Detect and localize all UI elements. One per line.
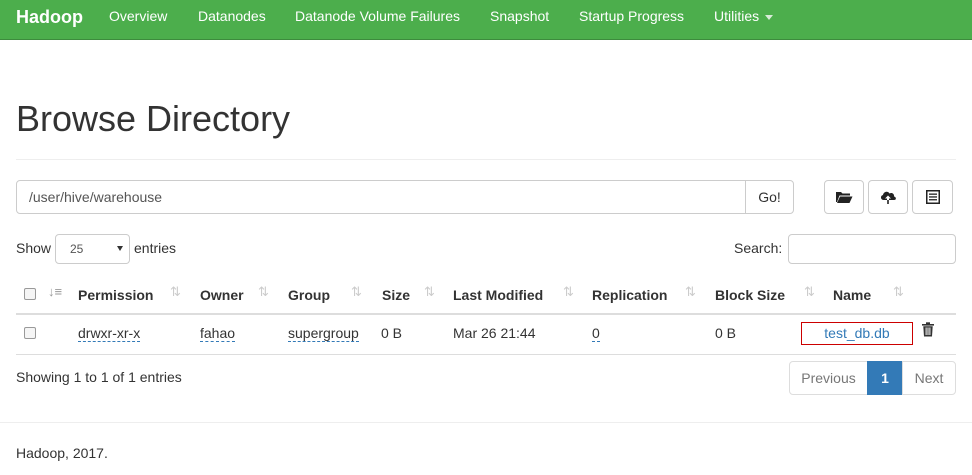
trash-icon: [922, 322, 934, 337]
cell-permission[interactable]: drwxr-xr-x: [78, 325, 141, 342]
nav-overview[interactable]: Overview: [109, 8, 167, 24]
sort-block-size-icon[interactable]: ⇅: [804, 284, 815, 300]
nav-datanodes[interactable]: Datanodes: [198, 8, 266, 24]
column-header-size[interactable]: Size: [382, 287, 410, 303]
column-header-block-size[interactable]: Block Size: [715, 287, 785, 303]
sort-last-modified-icon[interactable]: ⇅: [563, 284, 574, 300]
cloud-upload-icon: [880, 191, 896, 204]
nav-utilities-dropdown[interactable]: Utilities: [714, 8, 774, 24]
upload-button[interactable]: [868, 180, 908, 214]
caret-down-icon: [765, 14, 774, 20]
delete-button[interactable]: [921, 322, 935, 340]
column-header-last-modified[interactable]: Last Modified: [453, 287, 543, 303]
cell-owner[interactable]: fahao: [200, 325, 236, 342]
footer-text: Hadoop, 2017.: [16, 445, 108, 461]
cell-name-link[interactable]: test_db.db: [801, 322, 913, 345]
brand-logo[interactable]: Hadoop: [16, 7, 83, 28]
entries-label: entries: [134, 240, 177, 256]
column-header-name[interactable]: Name: [833, 287, 871, 303]
go-button[interactable]: Go!: [745, 180, 794, 214]
entries-length-select[interactable]: 25: [55, 234, 130, 264]
cell-size: 0 B: [381, 325, 403, 341]
pagination-previous[interactable]: Previous: [789, 361, 868, 395]
list-alt-icon: [925, 190, 940, 204]
cut-paste-button[interactable]: [912, 180, 953, 214]
page-title: Browse Directory: [16, 98, 291, 139]
title-divider: [16, 159, 956, 160]
column-header-replication[interactable]: Replication: [592, 287, 667, 303]
search-input[interactable]: [788, 234, 956, 264]
cell-group[interactable]: supergroup: [288, 325, 359, 342]
select-all-checkbox[interactable]: [24, 288, 36, 300]
footer-divider: [0, 422, 972, 423]
directory-path-input[interactable]: [16, 180, 746, 214]
chevron-down-icon: [117, 246, 123, 251]
nav-startup-progress[interactable]: Startup Progress: [579, 8, 684, 24]
entries-length-value: 25: [70, 242, 84, 256]
cell-replication[interactable]: 0: [592, 325, 600, 342]
folder-open-icon: [836, 192, 853, 203]
column-header-group[interactable]: Group: [288, 287, 330, 303]
cell-last-modified: Mar 26 21:44: [453, 325, 536, 341]
navbar: Hadoop Overview Datanodes Datanode Volum…: [0, 0, 972, 40]
sort-owner-icon[interactable]: ⇅: [258, 284, 269, 300]
sort-group-icon[interactable]: ⇅: [351, 284, 362, 300]
show-label: Show: [16, 240, 52, 256]
sort-name-icon[interactable]: ⇅: [893, 284, 904, 300]
nav-datanode-volume-failures[interactable]: Datanode Volume Failures: [295, 8, 460, 24]
row-checkbox[interactable]: [24, 327, 36, 339]
search-label: Search:: [734, 240, 783, 256]
sort-asc-icon[interactable]: ↓≡: [48, 284, 62, 299]
create-directory-button[interactable]: [824, 180, 864, 214]
cell-block-size: 0 B: [715, 325, 737, 341]
sort-permission-icon[interactable]: ⇅: [170, 284, 181, 300]
pagination-next[interactable]: Next: [902, 361, 956, 395]
sort-replication-icon[interactable]: ⇅: [685, 284, 696, 300]
column-header-owner[interactable]: Owner: [200, 287, 244, 303]
table-header-divider: [16, 313, 956, 315]
pagination-page-1[interactable]: 1: [867, 361, 903, 395]
nav-utilities-label: Utilities: [714, 8, 760, 24]
column-header-permission[interactable]: Permission: [78, 287, 153, 303]
sort-size-icon[interactable]: ⇅: [424, 284, 435, 300]
nav-snapshot[interactable]: Snapshot: [490, 8, 549, 24]
table-info: Showing 1 to 1 of 1 entries: [16, 369, 182, 385]
table-row-divider: [16, 354, 956, 355]
